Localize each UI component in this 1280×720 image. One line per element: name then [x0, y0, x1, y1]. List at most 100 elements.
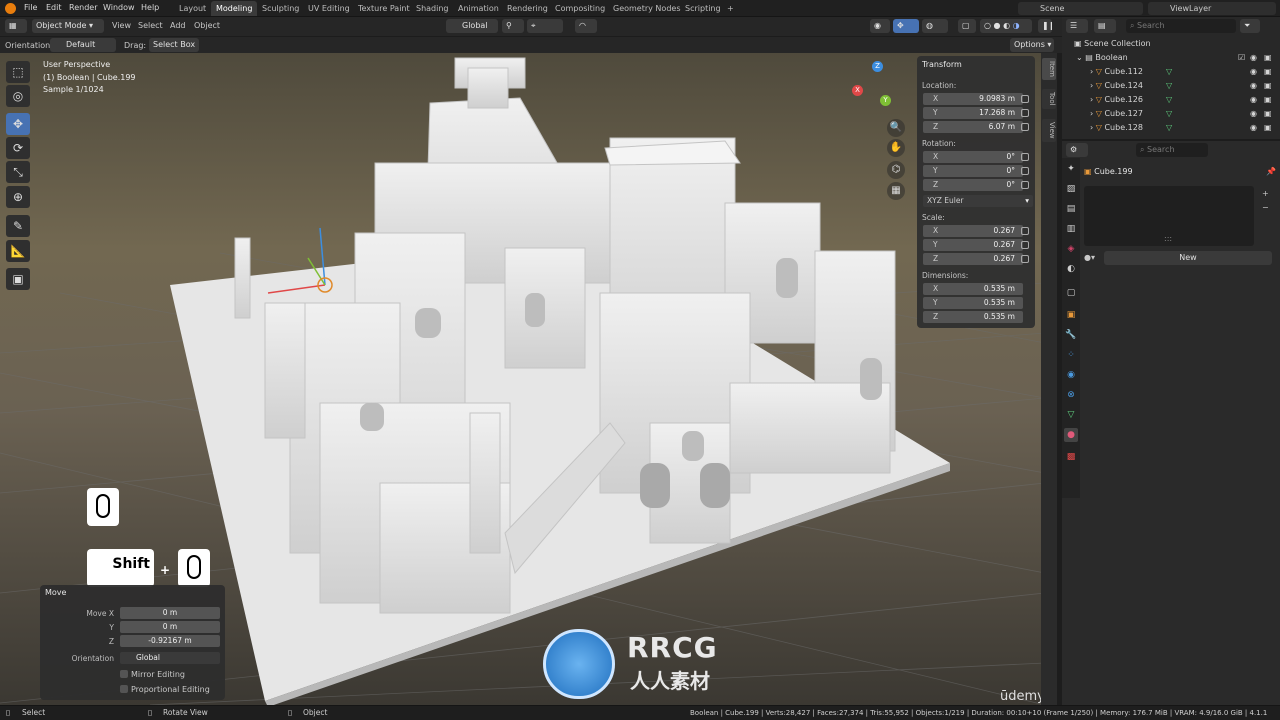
- outliner-item[interactable]: › ▽ Cube.127 ▽ ◉ ▣: [1062, 107, 1280, 121]
- eye-icon[interactable]: ◉: [1250, 93, 1257, 107]
- location-y-field[interactable]: Y 17.268 m: [923, 107, 1023, 119]
- tab-sculpting[interactable]: Sculpting: [257, 1, 304, 16]
- rotation-mode-dropdown[interactable]: XYZ Euler ▾: [923, 195, 1033, 207]
- move-orientation-dropdown[interactable]: Global: [120, 652, 220, 664]
- visibility-icon[interactable]: ◉: [870, 19, 890, 33]
- menu-file[interactable]: File: [24, 3, 37, 12]
- tool-props-icon[interactable]: ✦: [1064, 162, 1078, 176]
- rotation-x-field[interactable]: X 0°: [923, 151, 1023, 163]
- snap-icon[interactable]: ⌖: [527, 19, 563, 33]
- outliner-editor-icon[interactable]: ☰: [1066, 19, 1088, 33]
- pin-icon[interactable]: 📌: [1266, 167, 1276, 176]
- dimensions-x-field[interactable]: X 0.535 m: [923, 283, 1023, 295]
- material-slot-list[interactable]: :::: [1084, 186, 1254, 246]
- lock-icon[interactable]: [1021, 123, 1029, 131]
- scale-y-field[interactable]: Y 0.267: [923, 239, 1023, 251]
- tab-rendering[interactable]: Rendering: [502, 1, 553, 16]
- camera-icon[interactable]: ▣: [1264, 121, 1272, 135]
- orientation-dropdown[interactable]: Default: [50, 38, 116, 52]
- navigation-gizmo[interactable]: Z X Y: [852, 61, 898, 109]
- menu-object[interactable]: Object: [194, 21, 220, 30]
- checkbox-icon[interactable]: ☑: [1238, 51, 1245, 65]
- physics-props-icon[interactable]: ◉: [1064, 368, 1078, 382]
- eye-icon[interactable]: ◉: [1250, 107, 1257, 121]
- add-workspace-button[interactable]: +: [722, 1, 739, 16]
- lock-icon[interactable]: [1021, 241, 1029, 249]
- menu-edit[interactable]: Edit: [46, 3, 62, 12]
- gizmo-toggle-icon[interactable]: ✥: [893, 19, 919, 33]
- solid-icon[interactable]: ●: [994, 21, 1001, 30]
- properties-editor-icon[interactable]: ⚙: [1066, 143, 1088, 157]
- rotate-tool-icon[interactable]: ⟳: [6, 137, 30, 159]
- menu-view[interactable]: View: [112, 21, 131, 30]
- annotate-tool-icon[interactable]: ✎: [6, 215, 30, 237]
- move-x-field[interactable]: 0 m: [120, 607, 220, 619]
- rotation-y-field[interactable]: Y 0°: [923, 165, 1023, 177]
- editor-type-icon[interactable]: ▦: [5, 19, 27, 33]
- camera-icon[interactable]: ▣: [1264, 51, 1272, 65]
- menu-render[interactable]: Render: [69, 3, 97, 12]
- lock-icon[interactable]: [1021, 153, 1029, 161]
- filter-icon[interactable]: ⏷: [1240, 19, 1260, 33]
- move-y-field[interactable]: 0 m: [120, 621, 220, 633]
- properties-search-input[interactable]: ⌕ Search: [1136, 143, 1208, 157]
- data-props-icon[interactable]: ▽: [1064, 408, 1078, 422]
- output-props-icon[interactable]: ▤: [1064, 202, 1078, 216]
- axis-y-icon[interactable]: Y: [880, 95, 891, 106]
- axis-z-icon[interactable]: Z: [872, 61, 883, 72]
- tab-geometry-nodes[interactable]: Geometry Nodes: [608, 1, 685, 16]
- rotation-z-field[interactable]: Z 0°: [923, 179, 1023, 191]
- collection-row[interactable]: ⌄ ▤ Boolean ☑ ◉ ▣: [1062, 51, 1280, 65]
- zoom-icon[interactable]: 🔍: [887, 119, 905, 137]
- lock-icon[interactable]: [1021, 109, 1029, 117]
- tab-uv-editing[interactable]: UV Editing: [303, 1, 355, 16]
- tab-modeling[interactable]: Modeling: [211, 1, 258, 16]
- lock-icon[interactable]: [1021, 181, 1029, 189]
- move-z-field[interactable]: -0.92167 m: [120, 635, 220, 647]
- wireframe-icon[interactable]: ○: [984, 21, 991, 30]
- transform-tool-icon[interactable]: ⊕: [6, 186, 30, 208]
- camera-icon[interactable]: ▣: [1264, 107, 1272, 121]
- view-layer-selector[interactable]: ViewLayer: [1148, 2, 1276, 15]
- remove-slot-icon[interactable]: −: [1262, 203, 1269, 212]
- move-panel-title[interactable]: Move: [45, 588, 66, 597]
- eye-icon[interactable]: ◉: [1250, 79, 1257, 93]
- camera-icon[interactable]: ▣: [1264, 93, 1272, 107]
- lock-icon[interactable]: [1021, 167, 1029, 175]
- lock-icon[interactable]: [1021, 227, 1029, 235]
- outliner-item[interactable]: › ▽ Cube.124 ▽ ◉ ▣: [1062, 79, 1280, 93]
- add-cube-tool-icon[interactable]: ▣: [6, 268, 30, 290]
- lock-icon[interactable]: [1021, 95, 1029, 103]
- tab-texture-paint[interactable]: Texture Paint: [353, 1, 415, 16]
- world-props-icon[interactable]: ◐: [1064, 262, 1078, 276]
- material-icon[interactable]: ◐: [1003, 21, 1010, 30]
- pause-icon[interactable]: ❚❚: [1038, 19, 1052, 33]
- menu-help[interactable]: Help: [141, 3, 159, 12]
- particles-props-icon[interactable]: ⁘: [1064, 348, 1078, 362]
- material-props-icon[interactable]: ●: [1064, 428, 1078, 442]
- tab-item[interactable]: Item: [1042, 58, 1056, 80]
- measure-tool-icon[interactable]: 📐: [6, 240, 30, 262]
- mode-selector[interactable]: Object Mode ▾: [32, 19, 104, 33]
- menu-add[interactable]: Add: [170, 21, 186, 30]
- scale-tool-icon[interactable]: ⤡: [6, 161, 30, 183]
- transform-title[interactable]: Transform: [922, 60, 962, 69]
- ortho-grid-icon[interactable]: ▦: [887, 182, 905, 200]
- tab-shading[interactable]: Shading: [411, 1, 454, 16]
- tab-scripting[interactable]: Scripting: [680, 1, 726, 16]
- location-x-field[interactable]: X 9.0983 m: [923, 93, 1023, 105]
- resize-handle[interactable]: :::: [1164, 234, 1172, 243]
- outliner-item[interactable]: › ▽ Cube.128 ▽ ◉ ▣: [1062, 121, 1280, 135]
- material-browse-icon[interactable]: ●▾: [1084, 253, 1095, 262]
- outliner-item[interactable]: › ▽ Cube.112 ▽ ◉ ▣: [1062, 65, 1280, 79]
- dimensions-y-field[interactable]: Y 0.535 m: [923, 297, 1023, 309]
- tab-tool[interactable]: Tool: [1042, 89, 1056, 109]
- scene-collection-row[interactable]: ▣ Scene Collection: [1062, 37, 1280, 51]
- constraints-props-icon[interactable]: ⊗: [1064, 388, 1078, 402]
- proportional-icon[interactable]: ◠: [575, 19, 597, 33]
- collection-props-icon[interactable]: ▢: [1064, 286, 1078, 300]
- outliner-search-input[interactable]: ⌕ Search: [1126, 19, 1236, 33]
- camera-icon[interactable]: ▣: [1264, 65, 1272, 79]
- cursor-tool-icon[interactable]: ◎: [6, 85, 30, 107]
- tab-animation[interactable]: Animation: [453, 1, 504, 16]
